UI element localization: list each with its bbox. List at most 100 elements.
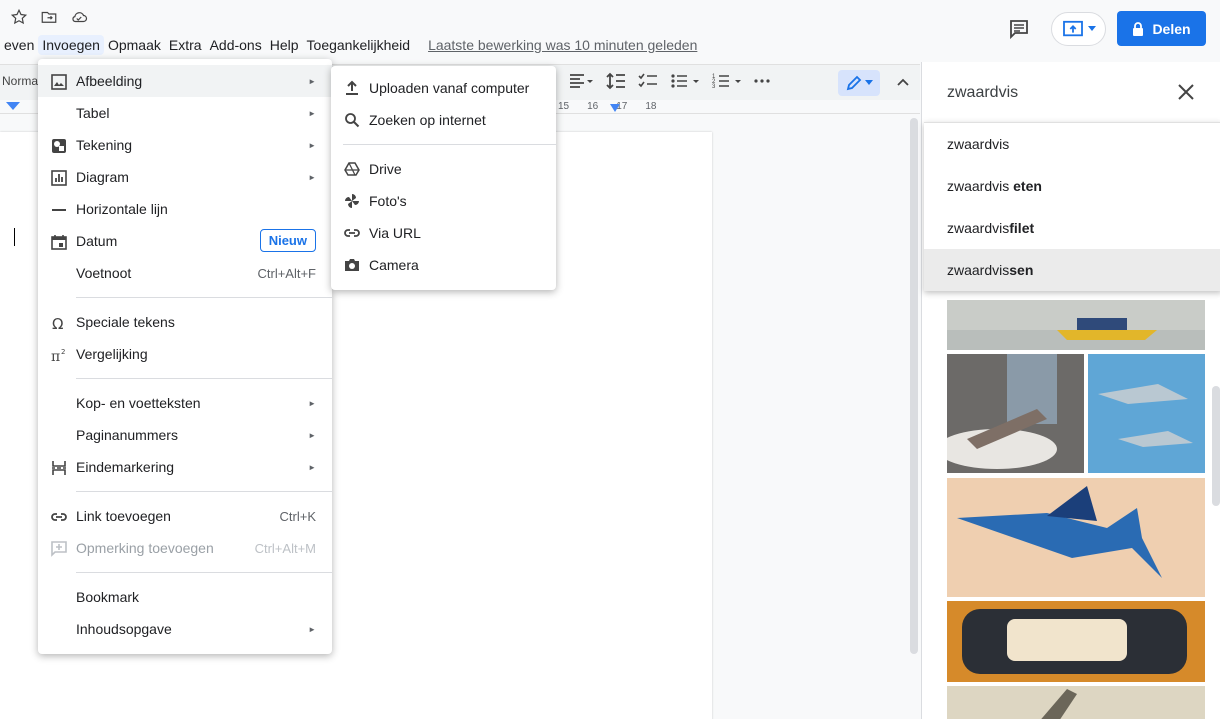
suggestion-item[interactable]: zwaardvis filet bbox=[924, 207, 1220, 249]
submenu-arrow-icon: ► bbox=[308, 430, 316, 440]
numbered-list-icon[interactable]: 123 bbox=[712, 72, 742, 90]
ruler-mark: 15 bbox=[558, 101, 570, 112]
menu-item-label: Voetnoot bbox=[76, 265, 132, 281]
editing-mode-button[interactable] bbox=[838, 70, 880, 96]
more-options-icon[interactable] bbox=[754, 72, 770, 90]
menu-addons[interactable]: Add-ons bbox=[206, 35, 266, 55]
menu-accessibility[interactable]: Toegankelijkheid bbox=[303, 35, 415, 55]
menu-divider bbox=[76, 491, 332, 492]
line-spacing-icon[interactable] bbox=[606, 72, 626, 90]
panel-scrollbar[interactable] bbox=[1212, 386, 1220, 506]
star-icon[interactable] bbox=[10, 8, 28, 26]
menu-item-special-characters[interactable]: Ω Speciale tekens bbox=[38, 306, 332, 338]
menu-item-label: Tabel bbox=[76, 105, 110, 121]
menu-item-table-of-contents[interactable]: Inhoudsopgave ► bbox=[38, 613, 332, 645]
menu-divider bbox=[76, 297, 332, 298]
style-select[interactable]: Norma bbox=[2, 74, 38, 88]
present-button[interactable] bbox=[1051, 12, 1106, 46]
submenu-item-camera[interactable]: Camera bbox=[331, 249, 556, 281]
chevron-up-icon[interactable] bbox=[895, 74, 911, 90]
title-icons bbox=[10, 8, 88, 26]
svg-text:Ω: Ω bbox=[52, 315, 63, 331]
result-image-sketch[interactable] bbox=[947, 686, 1205, 719]
menu-tools[interactable]: Extra bbox=[165, 35, 206, 55]
photos-icon bbox=[343, 192, 361, 210]
menu-item-label: Tekening bbox=[76, 137, 133, 153]
close-icon[interactable] bbox=[1176, 82, 1196, 102]
chart-icon bbox=[50, 169, 68, 187]
share-button[interactable]: Delen bbox=[1117, 11, 1206, 46]
image-icon bbox=[50, 73, 68, 91]
menu-item-label: Opmerking toevoegen bbox=[76, 540, 214, 556]
submenu-arrow-icon: ► bbox=[308, 140, 316, 150]
submenu-item-label: Uploaden vanaf computer bbox=[369, 80, 530, 96]
menu-item-footnote[interactable]: Voetnoot Ctrl+Alt+F bbox=[38, 257, 332, 289]
menu-item-link[interactable]: Link toevoegen Ctrl+K bbox=[38, 500, 332, 532]
submenu-item-label: Via URL bbox=[369, 225, 421, 241]
svg-text:3: 3 bbox=[712, 84, 716, 90]
menu-item-headers-footers[interactable]: Kop- en voetteksten ► bbox=[38, 387, 332, 419]
menu-format[interactable]: Opmaak bbox=[104, 35, 165, 55]
submenu-item-label: Zoeken op internet bbox=[369, 112, 486, 128]
align-icon[interactable] bbox=[568, 72, 594, 90]
indent-marker[interactable] bbox=[6, 102, 20, 110]
menu-item-break[interactable]: Eindemarkering ► bbox=[38, 451, 332, 483]
pencil-icon bbox=[846, 75, 862, 91]
menu-item-page-numbers[interactable]: Paginanummers ► bbox=[38, 419, 332, 451]
result-image-marlin[interactable] bbox=[947, 478, 1205, 597]
menu-item-date[interactable]: Datum Nieuw bbox=[38, 225, 332, 257]
menu-item-chart[interactable]: Diagram ► bbox=[38, 161, 332, 193]
submenu-item-label: Camera bbox=[369, 257, 419, 273]
lock-icon bbox=[1132, 21, 1144, 36]
upload-icon bbox=[343, 79, 361, 97]
cloud-status-icon[interactable] bbox=[70, 8, 88, 26]
submenu-item-upload[interactable]: Uploaden vanaf computer bbox=[331, 72, 556, 104]
suggestion-item[interactable]: zwaardvis eten bbox=[924, 165, 1220, 207]
svg-text:2: 2 bbox=[61, 348, 65, 356]
submenu-item-drive[interactable]: Drive bbox=[331, 153, 556, 185]
menu-divider bbox=[76, 572, 332, 573]
menu-item-drawing[interactable]: Tekening ► bbox=[38, 129, 332, 161]
result-image-boat[interactable] bbox=[947, 300, 1205, 350]
bulleted-list-icon[interactable] bbox=[670, 72, 700, 90]
ruler-mark: 18 bbox=[645, 101, 657, 112]
result-image-underwater[interactable] bbox=[1088, 354, 1205, 473]
search-input[interactable]: zwaardvis bbox=[947, 84, 1018, 102]
suggestion-item[interactable]: zwaardvis bbox=[924, 123, 1220, 165]
menu-item-table[interactable]: Tabel ► bbox=[38, 97, 332, 129]
last-edit-link[interactable]: Laatste bewerking was 10 minuten geleden bbox=[428, 37, 697, 53]
menu-help[interactable]: Help bbox=[266, 35, 303, 55]
move-folder-icon[interactable] bbox=[40, 8, 58, 26]
comment-add-icon bbox=[50, 540, 68, 558]
suggestion-base: zwaardvis bbox=[947, 136, 1010, 152]
ruler-marks: 15 16 17 18 bbox=[558, 101, 657, 112]
result-image-market[interactable] bbox=[947, 354, 1084, 473]
submenu-item-url[interactable]: Via URL bbox=[331, 217, 556, 249]
chevron-down-icon bbox=[864, 80, 873, 86]
result-image-fillet[interactable] bbox=[947, 601, 1205, 682]
menu-item-equation[interactable]: π2 Vergelijking bbox=[38, 338, 332, 370]
pi-icon: π2 bbox=[50, 346, 68, 364]
suggestion-base: zwaardvis bbox=[947, 220, 1010, 236]
comment-history-icon[interactable] bbox=[1006, 16, 1032, 42]
image-search-panel: zwaardvis zwaardvis zwaardvis eten zwaar… bbox=[921, 62, 1220, 719]
menu-item-label: Vergelijking bbox=[76, 346, 148, 362]
menu-insert[interactable]: Invoegen bbox=[38, 35, 104, 55]
suggestion-item[interactable]: zwaardvis sen bbox=[924, 249, 1220, 291]
drive-icon bbox=[343, 160, 361, 178]
menu-item-bookmark[interactable]: Bookmark bbox=[38, 581, 332, 613]
menu-item-horizontal-line[interactable]: Horizontale lijn bbox=[38, 193, 332, 225]
document-scrollbar[interactable] bbox=[910, 118, 918, 654]
submenu-item-photos[interactable]: Foto's bbox=[331, 185, 556, 217]
shortcut-hint: Ctrl+Alt+M bbox=[254, 540, 316, 556]
suggestion-base: zwaardvis bbox=[947, 262, 1010, 278]
menu-item-label: Diagram bbox=[76, 169, 129, 185]
submenu-item-search-web[interactable]: Zoeken op internet bbox=[331, 104, 556, 136]
menu-item-label: Afbeelding bbox=[76, 73, 143, 89]
menu-item-image[interactable]: Afbeelding ► bbox=[38, 65, 332, 97]
menu-item-label: Kop- en voetteksten bbox=[76, 395, 201, 411]
menu-edit[interactable]: even bbox=[0, 35, 38, 55]
checklist-icon[interactable] bbox=[638, 72, 658, 90]
submenu-arrow-icon: ► bbox=[308, 108, 316, 118]
present-icon bbox=[1062, 20, 1084, 38]
